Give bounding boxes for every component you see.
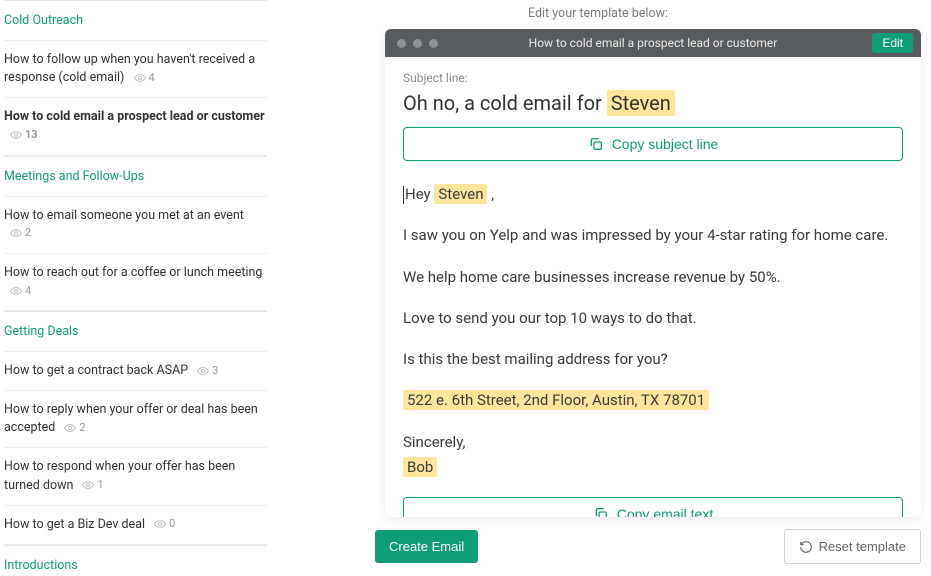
edit-hint: Edit your template below: [275,0,921,29]
template-item[interactable]: How to follow up when you haven't receiv… [4,40,267,97]
email-paragraph: I saw you on Yelp and was impressed by y… [403,224,903,247]
copy-body-button[interactable]: Copy email text [403,497,903,517]
view-count: 4 [10,283,31,299]
view-count: 4 [134,70,155,86]
subject-label: Subject line: [403,71,903,85]
greeting-token[interactable]: Steven [434,184,487,204]
view-count: 2 [64,420,85,436]
section-title[interactable]: Getting Deals [4,312,267,351]
template-item-label: How to cold email a prospect lead or cus… [4,109,265,124]
template-item-label: How to respond when your offer has been … [4,459,235,492]
bottom-bar: Create Email Reset template [385,529,921,564]
edit-button[interactable]: Edit [872,33,913,53]
panel-title: How to cold email a prospect lead or cus… [385,36,921,50]
section-title[interactable]: Meetings and Follow-Ups [4,157,267,196]
view-count: 0 [154,516,175,532]
sidebar: Cold Outreach How to follow up when you h… [0,0,275,576]
section-title[interactable]: Cold Outreach [4,1,267,40]
copy-subject-label: Copy subject line [612,136,719,152]
template-item[interactable]: How to cold email a prospect lead or cus… [4,97,267,154]
template-item[interactable]: How to get a Biz Dev deal 0 [4,505,267,544]
email-paragraph: Love to send you our top 10 ways to do t… [403,307,903,330]
copy-body-label: Copy email text [617,506,713,517]
text-cursor [403,186,404,204]
copy-icon [593,506,609,517]
subject-text: Oh no, a cold email for [403,91,607,115]
view-count: 1 [82,477,103,493]
template-item[interactable]: How to get a contract back ASAP 3 [4,351,267,390]
address-token[interactable]: 522 e. 6th Street, 2nd Floor, Austin, TX… [403,390,709,410]
template-item-label: How to reply when your offer or deal has… [4,402,258,435]
template-panel: How to cold email a prospect lead or cus… [385,29,921,517]
view-count: 2 [10,225,31,241]
view-count: 3 [197,363,218,379]
copy-subject-button[interactable]: Copy subject line [403,127,903,161]
view-count: 13 [10,127,38,143]
template-item[interactable]: How to reply when your offer or deal has… [4,390,267,447]
template-item-label: How to get a Biz Dev deal [4,517,145,532]
template-item-label: How to follow up when you haven't receiv… [4,52,255,85]
email-greeting: Hey Steven , [403,183,903,206]
greeting-suffix: , [487,185,494,203]
subject-token[interactable]: Steven [607,90,675,116]
template-item[interactable]: How to reach out for a coffee or lunch m… [4,253,267,310]
template-item[interactable]: How to email someone you met at an event… [4,196,267,253]
email-paragraph: We help home care businesses increase re… [403,266,903,289]
copy-icon [588,136,604,152]
email-paragraph: Is this the best mailing address for you… [403,348,903,371]
template-item-label: How to get a contract back ASAP [4,363,188,378]
email-signoff: Sincerely, [403,431,903,454]
panel-body: Subject line: Oh no, a cold email for St… [385,57,921,517]
email-sender: Bob [403,456,903,479]
email-body[interactable]: Hey Steven , I saw you on Yelp and was i… [403,183,903,479]
template-item-label: How to email someone you met at an event [4,208,244,223]
main-content: Edit your template below: How to cold em… [275,0,931,576]
reset-label: Reset template [819,539,906,554]
reset-icon [799,540,813,554]
email-address: 522 e. 6th Street, 2nd Floor, Austin, TX… [403,389,903,412]
greeting-prefix: Hey [405,185,434,203]
sender-token[interactable]: Bob [403,457,437,477]
section-title[interactable]: Introductions [4,546,267,576]
panel-header: How to cold email a prospect lead or cus… [385,29,921,57]
create-email-button[interactable]: Create Email [375,530,478,563]
reset-template-button[interactable]: Reset template [784,529,921,564]
template-item-label: How to reach out for a coffee or lunch m… [4,265,262,280]
template-item[interactable]: How to respond when your offer has been … [4,447,267,504]
subject-line[interactable]: Oh no, a cold email for Steven [403,91,903,115]
